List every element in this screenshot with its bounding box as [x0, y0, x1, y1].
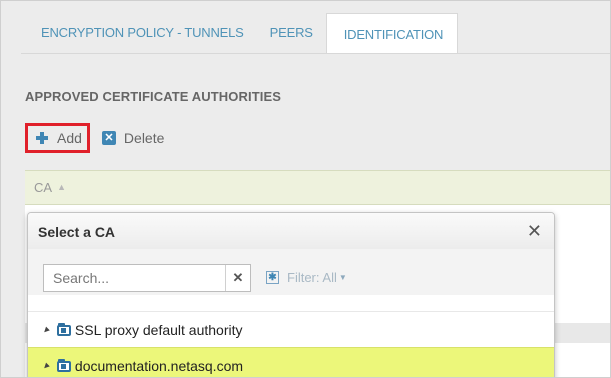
tree-item-documentation-netasq[interactable]: ▼ documentation.netasq.com: [28, 347, 554, 377]
tabs-divider: [21, 53, 610, 54]
clear-search-icon[interactable]: ✕: [225, 265, 250, 291]
popup-search-row: ✕ ✱ Filter: All ▼: [28, 249, 554, 295]
add-button-label: Add: [57, 130, 82, 146]
tree-item-ssl-proxy-default-authority[interactable]: ▼ SSL proxy default authority: [28, 311, 554, 347]
toolbar: Add ✕ Delete: [25, 122, 172, 154]
expand-toggle-icon[interactable]: ▼: [40, 359, 53, 372]
select-ca-popup: Select a CA ✕ ✕ ✱ Filter: All ▼ ▼ SSL pr…: [27, 212, 555, 377]
popup-header: Select a CA ✕: [28, 213, 554, 250]
tab-peers[interactable]: PEERS: [257, 12, 326, 53]
filter-label: Filter: All: [287, 270, 337, 285]
add-button[interactable]: Add: [25, 123, 90, 153]
tab-bar: ENCRYPTION POLICY - TUNNELS PEERS IDENTI…: [21, 12, 610, 54]
delete-icon: ✕: [101, 131, 116, 145]
ca-column-header[interactable]: CA ▲: [25, 170, 610, 205]
tree-item-label: documentation.netasq.com: [74, 357, 244, 374]
tab-encryption-policy-tunnels[interactable]: ENCRYPTION POLICY - TUNNELS: [21, 12, 257, 53]
folder-certificate-icon: [56, 323, 73, 336]
tree-item-label: SSL proxy default authority: [74, 321, 243, 338]
tab-identification[interactable]: IDENTIFICATION: [325, 13, 459, 54]
chevron-down-icon: ▼: [338, 273, 347, 282]
delete-button[interactable]: ✕ Delete: [90, 123, 172, 153]
folder-certificate-icon: [56, 359, 73, 372]
close-icon[interactable]: ✕: [527, 222, 542, 240]
tab-label: ENCRYPTION POLICY - TUNNELS: [41, 25, 244, 40]
expand-toggle-icon[interactable]: ▼: [40, 323, 53, 336]
sort-ascending-icon: ▲: [57, 181, 66, 192]
tab-label: PEERS: [269, 25, 313, 40]
tab-label: IDENTIFICATION: [343, 26, 444, 42]
search-box: ✕: [43, 264, 251, 292]
column-header-label: CA: [34, 180, 53, 195]
plus-icon: [36, 132, 48, 144]
section-title: APPROVED CERTIFICATE AUTHORITIES: [25, 89, 281, 104]
identification-panel: ENCRYPTION POLICY - TUNNELS PEERS IDENTI…: [0, 0, 611, 378]
popup-title: Select a CA: [38, 224, 116, 240]
delete-button-label: Delete: [123, 130, 165, 146]
filter-dropdown[interactable]: ✱ Filter: All ▼: [266, 270, 347, 285]
filter-icon: ✱: [266, 271, 279, 284]
search-input[interactable]: [44, 265, 220, 291]
